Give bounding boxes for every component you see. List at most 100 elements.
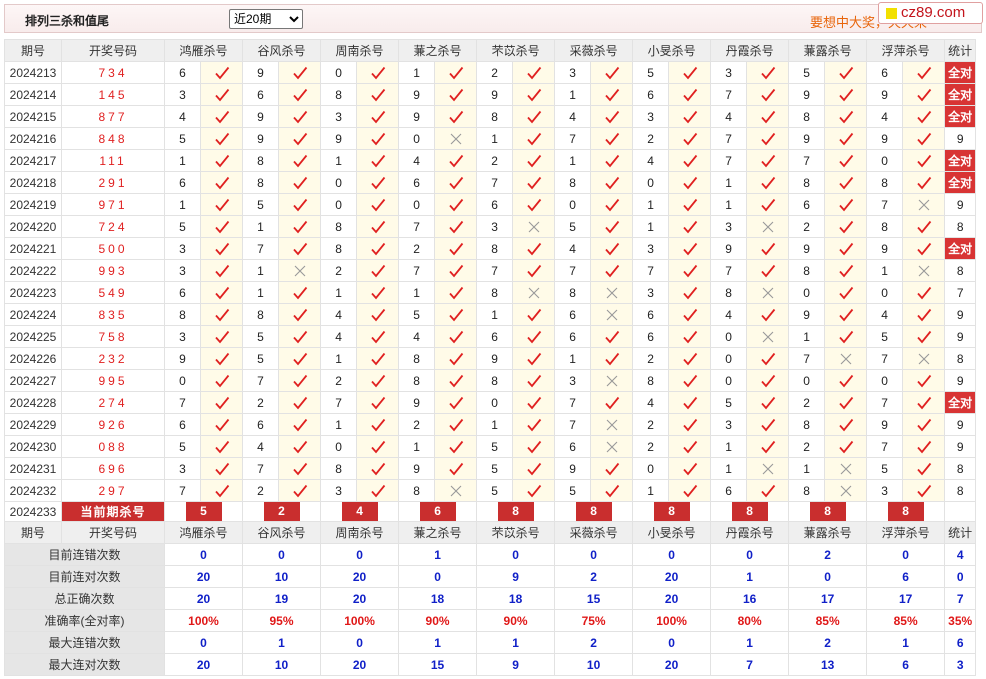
row-result-mark [902,127,946,150]
row-kill-number: 8 [398,347,436,370]
row-result-mark [668,215,712,238]
cross-icon [606,375,617,387]
check-icon [760,132,775,146]
check-icon [916,110,931,124]
row-kill-number: 0 [710,347,748,370]
row-kill-number: 9 [242,105,280,128]
row-kill-number: 6 [632,83,670,106]
cross-icon [762,221,773,233]
row-kill-number: 1 [398,61,436,84]
summary-row: 准确率(全对率) 100% 95% 100% 90% 90% 75% 100% 80% 85% 85… [4,609,977,632]
check-icon [292,330,307,344]
row-kill-number: 4 [164,105,201,128]
row-kill-number: 8 [476,281,514,304]
row-result-mark [746,171,790,194]
row-result-mark [512,479,556,502]
column-header-stat: 统计 [944,39,977,62]
row-stat: 8 [944,259,977,282]
row-period: 2024229 [4,413,62,436]
table-row: 2024220 724 5 1 8 7 3 5 1 3 2 8 8 [4,215,977,238]
check-icon [292,176,307,190]
row-result-mark [746,61,790,84]
row-kill-number: 0 [710,325,748,348]
row-kill-number: 9 [866,127,904,150]
check-icon [604,352,619,366]
row-result-mark [590,479,634,502]
row-kill-number: 1 [710,171,748,194]
check-icon [370,66,385,80]
row-result-mark [824,369,868,392]
row-draw-number: 500 [61,237,165,260]
row-period: 2024217 [4,149,62,172]
row-result-mark [824,215,868,238]
summary-value: 85% [866,609,946,632]
column-header-expert: 蒹之杀号 [398,39,478,62]
check-icon [760,308,775,322]
check-icon [370,440,385,454]
row-kill-number: 6 [710,479,748,502]
row-result-mark [590,281,634,304]
period-range-select[interactable]: 近20期 [229,9,303,29]
summary-value: 0 [710,543,790,566]
row-stat: 全对 [944,83,977,106]
check-icon [448,330,463,344]
check-icon [526,176,541,190]
row-draw-number: 145 [61,83,165,106]
row-result-mark [512,83,556,106]
column-header-expert: 周南杀号 [320,521,400,544]
row-result-mark [590,435,634,458]
site-logo[interactable]: cz89.com [878,2,983,24]
check-icon [214,110,229,124]
column-header-expert: 芣苡杀号 [476,39,556,62]
check-icon [526,462,541,476]
current-kill-number: 8 [653,502,690,521]
row-period: 2024224 [4,303,62,326]
row-kill-number: 6 [242,413,280,436]
row-kill-number: 9 [398,457,436,480]
table-row: 2024214 145 3 6 8 9 9 1 6 7 9 9 全对 [4,83,977,106]
row-result-mark [902,281,946,304]
column-header-draw: 开奖号码 [61,521,165,544]
row-kill-number: 0 [320,435,358,458]
check-icon [682,220,697,234]
summary-value: 2 [788,631,868,654]
row-result-mark [434,259,478,282]
row-kill-number: 0 [632,457,670,480]
row-period: 2024215 [4,105,62,128]
row-kill-number: 7 [866,193,904,216]
row-kill-number: 1 [710,435,748,458]
row-result-mark [902,479,946,502]
row-kill-number: 1 [320,347,358,370]
summary-value: 10 [242,653,322,676]
check-icon [448,66,463,80]
check-icon [682,352,697,366]
summary-value: 0 [320,543,400,566]
check-icon [916,308,931,322]
row-kill-number: 0 [866,149,904,172]
row-result-mark [434,391,478,414]
row-result-mark [590,215,634,238]
summary-value: 17 [866,587,946,610]
row-result-mark [902,149,946,172]
summary-row: 最大连对次数 20 10 20 15 9 10 20 7 13 6 3 [4,653,977,676]
check-icon [214,264,229,278]
row-kill-number: 0 [398,127,436,150]
row-period: 2024231 [4,457,62,480]
row-result-mark [824,237,868,260]
row-kill-number: 5 [242,325,280,348]
row-kill-number: 6 [554,435,592,458]
check-icon [214,396,229,410]
summary-value: 2 [788,543,868,566]
row-result-mark [902,61,946,84]
row-result-mark [199,105,244,128]
row-kill-number: 3 [320,105,358,128]
row-result-mark [434,237,478,260]
summary-value: 20 [163,653,244,676]
row-kill-number: 4 [866,105,904,128]
row-result-mark [824,259,868,282]
row-result-mark [278,193,322,216]
check-icon [448,418,463,432]
row-result-mark [746,413,790,436]
row-result-mark [278,479,322,502]
row-result-mark [824,435,868,458]
